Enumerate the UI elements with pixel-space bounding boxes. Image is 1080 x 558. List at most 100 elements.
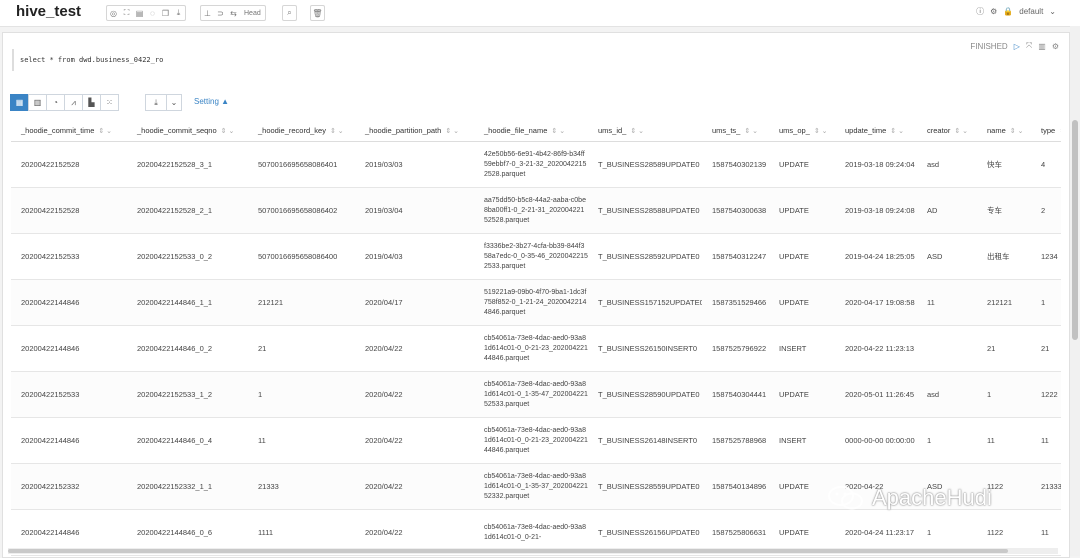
head-label[interactable]: Head (240, 10, 265, 17)
table-cell: 20200422144846 (11, 325, 127, 372)
sort-menu-icon[interactable]: ⇕ ⌄ (744, 128, 758, 135)
table-row[interactable]: 20200422144846 20200422144846_0_4 11 2020/0… (11, 417, 1061, 464)
table-cell: 出租车 (977, 233, 1031, 280)
table-row[interactable]: 20200422152528 20200422152528_2_1 50700166… (11, 187, 1061, 234)
table-cell: f3336be2-3b27-4cfa-bb39-844f358a7edc-0_0… (474, 233, 588, 280)
scatter-chart-icon[interactable]: ⁙ (100, 94, 119, 111)
sort-menu-icon[interactable]: ⇕ ⌄ (890, 128, 904, 135)
settings-icon[interactable]: ⚙ (990, 7, 997, 16)
table-row[interactable]: 20200422144846 20200422144846_1_1 212121 20… (11, 279, 1061, 326)
table-cell: 1 (248, 371, 355, 418)
table-cell: 11 (977, 417, 1031, 464)
compare-icon[interactable]: ⇆ (227, 9, 240, 18)
sort-menu-icon[interactable]: ⇕ ⌄ (1010, 128, 1024, 135)
horizontal-scroll-thumb[interactable] (8, 549, 1008, 553)
clear-icon[interactable]: ◌ (146, 9, 159, 18)
table-cell: 2019/03/04 (355, 187, 474, 234)
lock-icon[interactable]: 🔒 (1003, 7, 1013, 16)
book-icon[interactable]: ▥ (1038, 42, 1046, 51)
sort-menu-icon[interactable]: ⇕ ⌄ (221, 128, 235, 135)
table-cell: 2019-03-18 09:24:08 (835, 187, 917, 234)
column-header[interactable]: _hoodie_commit_time ⇕ ⌄ (11, 119, 127, 142)
sql-editor[interactable]: select * from dwd.business_0422_ro (12, 49, 320, 71)
download-icon[interactable]: ⤓ (145, 94, 167, 111)
table-cell: 专车 (977, 187, 1031, 234)
top-bar: hive_test ◎ ⛶ ▤ ◌ ❐ ⤓ ⊥ ⊃ ⇆ Head ⌕ 🗑 ⓘ ⚙… (0, 0, 1080, 27)
table-cell: 212121 (977, 279, 1031, 326)
table-cell: 2020-05-01 11:26:45 (835, 371, 917, 418)
table-view-icon[interactable]: ▦ (10, 94, 28, 111)
table-cell: AD (917, 187, 977, 234)
user-dropdown[interactable]: default (1019, 7, 1043, 16)
run-toolbar: ◎ ⛶ ▤ ◌ ❐ ⤓ (106, 5, 186, 21)
sort-menu-icon[interactable]: ⇕ ⌄ (98, 128, 112, 135)
table-cell: 21 (248, 325, 355, 372)
chevron-down-icon[interactable]: ⌄ (1049, 7, 1056, 16)
vertical-scroll-thumb[interactable] (1072, 120, 1078, 340)
table-cell: 20200422152528_2_1 (127, 187, 248, 234)
table-cell: 20200422152533_0_2 (127, 233, 248, 280)
column-header[interactable]: ums_id_ ⇕ ⌄ (588, 119, 702, 142)
sort-menu-icon[interactable]: ⇕ ⌄ (814, 128, 828, 135)
sort-menu-icon[interactable]: ⇕ ⌄ (445, 128, 459, 135)
column-header[interactable]: ums_ts_ ⇕ ⌄ (702, 119, 769, 142)
table-cell: 1587540302139 (702, 141, 769, 188)
table-cell: 11 (917, 279, 977, 326)
column-header[interactable]: _hoodie_commit_seqno ⇕ ⌄ (127, 119, 248, 142)
download-chevron-icon[interactable]: ⌄ (167, 94, 182, 111)
column-header[interactable]: creator ⇕ ⌄ (917, 119, 977, 142)
table-row[interactable]: 20200422152533 20200422152533_0_2 50700166… (11, 233, 1061, 280)
paragraph-settings-icon[interactable]: ⚙ (1052, 42, 1059, 51)
run-paragraph-icon[interactable]: ▷ (1014, 42, 1020, 51)
table-cell: aa75dd50-b5c8-44a2-aaba-c0be8ba00ff1-0_2… (474, 187, 588, 234)
table-row[interactable]: 20200422144846 20200422144846_0_2 21 2020/0… (11, 325, 1061, 372)
line-chart-icon[interactable]: ▙ (82, 94, 100, 111)
table-cell: 2020/04/22 (355, 417, 474, 464)
table-cell: 21 (1031, 325, 1061, 372)
delete-button[interactable]: 🗑 (310, 5, 325, 21)
table-cell: 2019-03-18 09:24:04 (835, 141, 917, 188)
clone-icon[interactable]: ❐ (159, 9, 172, 18)
table-cell: T_BUSINESS26148INSERT0 (588, 417, 702, 464)
table-cell: 20200422152533 (11, 233, 127, 280)
hide-editor-icon[interactable]: ⤧ (1026, 41, 1032, 51)
search-button[interactable]: ⌕ (282, 5, 297, 21)
table-cell: 5070016695658086402 (248, 187, 355, 234)
table-cell: 21 (977, 325, 1031, 372)
sort-menu-icon[interactable]: ⇕ ⌄ (551, 128, 565, 135)
table-cell: INSERT (769, 417, 835, 464)
export-icon[interactable]: ⤓ (172, 8, 185, 18)
table-cell: 1587540304441 (702, 371, 769, 418)
table-cell: 1 (977, 371, 1031, 418)
commit-icon[interactable]: ⊥ (201, 9, 214, 18)
bar-chart-icon[interactable]: ▥ (28, 94, 46, 111)
pie-chart-icon[interactable]: ◔ (46, 94, 64, 111)
revert-icon[interactable]: ⊃ (214, 9, 227, 18)
vertical-scrollbar[interactable] (1070, 26, 1080, 556)
info-icon[interactable]: ⓘ (976, 6, 984, 17)
setting-toggle[interactable]: Setting ▲ (194, 97, 229, 106)
table-cell: 5070016695658086400 (248, 233, 355, 280)
column-header[interactable]: type⇕ ⌄ (1031, 119, 1061, 142)
column-header[interactable]: _hoodie_record_key ⇕ ⌄ (248, 119, 355, 142)
sort-menu-icon[interactable]: ⇕ ⌄ (330, 128, 344, 135)
column-header-label: _hoodie_commit_seqno (137, 125, 217, 135)
column-header[interactable]: update_time ⇕ ⌄ (835, 119, 917, 142)
horizontal-scrollbar[interactable] (8, 548, 1058, 554)
table-row[interactable]: 20200422152528 20200422152528_3_1 50700166… (11, 141, 1061, 188)
toggle-output-icon[interactable]: ▤ (133, 9, 146, 18)
sort-menu-icon[interactable]: ⇕ ⌄ (1059, 128, 1061, 135)
column-header[interactable]: _hoodie_file_name ⇕ ⌄ (474, 119, 588, 142)
column-header[interactable]: ums_op_ ⇕ ⌄ (769, 119, 835, 142)
column-header[interactable]: name ⇕ ⌄ (977, 119, 1031, 142)
table-row[interactable]: 20200422152533 20200422152533_1_2 1 2020/04… (11, 371, 1061, 418)
expand-icon[interactable]: ⛶ (120, 8, 133, 18)
table-cell: 212121 (248, 279, 355, 326)
column-header-label: update_time (845, 125, 887, 135)
table-cell: 1222 (1031, 371, 1061, 418)
sort-menu-icon[interactable]: ⇕ ⌄ (954, 128, 968, 135)
area-chart-icon[interactable]: ⩘ (64, 94, 82, 111)
column-header[interactable]: _hoodie_partition_path ⇕ ⌄ (355, 119, 474, 142)
run-all-icon[interactable]: ◎ (107, 9, 120, 18)
sort-menu-icon[interactable]: ⇕ ⌄ (630, 128, 644, 135)
